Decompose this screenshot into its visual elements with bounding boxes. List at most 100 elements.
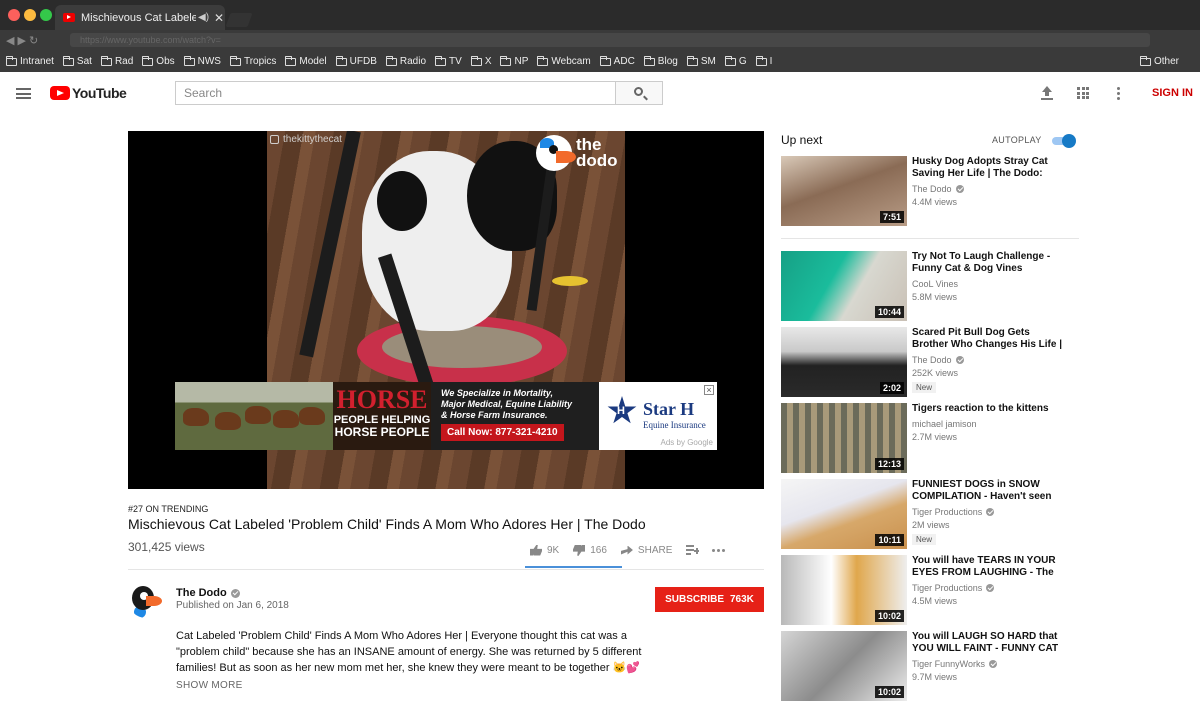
add-to-playlist-icon[interactable] <box>686 545 700 555</box>
bookmark-item[interactable]: Rad <box>100 55 133 67</box>
folder-icon <box>435 55 447 66</box>
bookmark-item[interactable]: X <box>470 55 492 67</box>
video-thumbnail[interactable]: 7:51 <box>781 156 907 226</box>
recommended-channel[interactable]: CooL Vines <box>912 279 958 289</box>
share-button[interactable]: SHARE <box>620 545 672 556</box>
channel-avatar[interactable] <box>128 582 164 618</box>
recommended-video[interactable]: 12:13 Tigers reaction to the kittens micha… <box>781 403 1081 475</box>
video-thumbnail[interactable]: 12:13 <box>781 403 907 473</box>
search-icon <box>634 87 643 96</box>
bookmark-item[interactable]: SM <box>686 55 716 67</box>
publish-date: Published on Jan 6, 2018 <box>176 600 289 611</box>
subscribe-button[interactable]: SUBSCRIBE 763K <box>655 587 764 612</box>
recommended-title[interactable]: You will LAUGH SO HARD that YOU WILL FAIN… <box>912 631 1072 655</box>
recommended-video[interactable]: 7:51 Husky Dog Adopts Stray Cat Saving Her… <box>781 156 1081 228</box>
bookmark-item[interactable]: UFDB <box>335 55 377 67</box>
bookmark-other[interactable]: Other <box>1139 51 1179 72</box>
recommended-views: 4.4M views <box>912 197 958 207</box>
dodo-bird-icon <box>536 135 576 171</box>
bookmark-item[interactable]: Model <box>285 55 327 67</box>
show-more-button[interactable]: SHOW MORE <box>176 680 243 691</box>
nav-buttons[interactable]: ◀ ▶ ↻ <box>6 34 38 47</box>
video-thumbnail[interactable]: 10:02 <box>781 555 907 625</box>
trending-label[interactable]: #27 ON TRENDING <box>128 504 208 514</box>
instagram-icon <box>270 135 279 144</box>
close-window-button[interactable] <box>8 9 20 21</box>
video-thumbnail[interactable]: 10:44 <box>781 251 907 321</box>
ad-call-button[interactable]: Call Now: 877-321-4210 <box>441 424 564 441</box>
bookmark-item[interactable]: Blog <box>643 55 678 67</box>
browser-tab[interactable]: Mischievous Cat Labeled 'P ◀) ✕ <box>55 5 225 30</box>
recommended-channel[interactable]: michael jamison <box>912 419 977 429</box>
autoplay-toggle[interactable] <box>1052 134 1076 148</box>
dodo-logo: the dodo <box>536 135 618 171</box>
channel-name[interactable]: The Dodo <box>176 587 240 599</box>
bookmark-item[interactable]: G <box>724 55 747 67</box>
new-tab-button[interactable] <box>225 13 253 27</box>
recommended-video[interactable]: 10:02 You will LAUGH SO HARD that YOU WILL… <box>781 631 1081 703</box>
video-thumbnail[interactable]: 10:11 <box>781 479 907 549</box>
close-tab-icon[interactable]: ✕ <box>214 11 224 25</box>
ad-details: We Specialize in Mortality, Major Medica… <box>431 382 599 450</box>
bookmark-item[interactable]: Webcam <box>537 55 591 67</box>
dislike-button[interactable]: 166 <box>573 544 607 556</box>
recommended-channel[interactable]: The Dodo <box>912 184 964 194</box>
recommended-views: 2.7M views <box>912 432 958 442</box>
apps-grid-icon[interactable] <box>1077 87 1089 99</box>
bookmark-item[interactable]: Intranet <box>6 55 54 67</box>
recommended-video[interactable]: 10:02 You will have TEARS IN YOUR EYES FRO… <box>781 555 1081 627</box>
video-player[interactable]: thekittythecat the dodo HORSE PEOPLE HEL… <box>128 131 764 489</box>
bookmark-item[interactable]: ADC <box>599 55 635 67</box>
recommended-title[interactable]: You will have TEARS IN YOUR EYES FROM LAU… <box>912 555 1072 579</box>
recommended-title[interactable]: Scared Pit Bull Dog Gets Brother Who Chan… <box>912 327 1072 351</box>
sign-in-button[interactable]: SIGN IN <box>1152 87 1193 99</box>
more-actions-icon[interactable] <box>712 548 727 552</box>
maximize-window-button[interactable] <box>40 9 52 21</box>
video-duration: 2:02 <box>879 382 904 394</box>
recommended-channel[interactable]: Tiger Productions <box>912 507 995 517</box>
like-button[interactable]: 9K <box>530 544 559 556</box>
bookmark-item[interactable]: Tropics <box>229 55 276 67</box>
bookmarks-bar: Intranet Sat Rad Obs NWS Tropics Model UFDB Radi… <box>0 51 1200 72</box>
recommended-title[interactable]: Tigers reaction to the kittens <box>912 403 1072 415</box>
recommended-video[interactable]: 10:11 FUNNIEST DOGS in SNOW COMPILATION - … <box>781 479 1081 551</box>
bookmark-item[interactable]: NWS <box>183 55 221 67</box>
ad-close-icon[interactable]: × <box>704 385 714 395</box>
overlay-ad[interactable]: HORSE PEOPLE HELPING HORSE PEOPLE We Spe… <box>175 382 717 450</box>
recommended-title[interactable]: FUNNIEST DOGS in SNOW COMPILATION - Haven… <box>912 479 1072 503</box>
up-next-separator <box>781 238 1079 239</box>
recommended-video[interactable]: 10:44 Try Not To Laugh Challenge - Funny C… <box>781 251 1081 323</box>
search-input[interactable]: Search <box>175 81 615 105</box>
recommended-channel[interactable]: Tiger FunnyWorks <box>912 659 998 669</box>
url-input[interactable]: https://www.youtube.com/watch?v= <box>70 33 1150 47</box>
bookmark-label: SM <box>700 56 716 67</box>
search-button[interactable] <box>615 81 663 105</box>
recommended-channel[interactable]: Tiger Productions <box>912 583 995 593</box>
recommended-channel[interactable]: The Dodo <box>912 355 964 365</box>
verified-icon <box>955 356 964 364</box>
recommended-video[interactable]: 2:02 Scared Pit Bull Dog Gets Brother Who … <box>781 327 1081 399</box>
bookmark-item[interactable]: TV <box>435 55 462 67</box>
more-options-icon[interactable] <box>1117 87 1120 102</box>
bookmark-item[interactable]: I <box>755 55 772 67</box>
video-thumbnail[interactable]: 10:02 <box>781 631 907 701</box>
minimize-window-button[interactable] <box>24 9 36 21</box>
video-thumbnail[interactable]: 2:02 <box>781 327 907 397</box>
recommended-title[interactable]: Husky Dog Adopts Stray Cat Saving Her Lif… <box>912 156 1072 180</box>
youtube-logo[interactable]: YouTube <box>50 85 127 101</box>
verified-icon <box>986 508 995 516</box>
upload-icon[interactable] <box>1041 86 1053 100</box>
bookmark-label: X <box>484 56 492 67</box>
bookmark-item[interactable]: NP <box>500 55 528 67</box>
recommended-title[interactable]: Try Not To Laugh Challenge - Funny Cat & … <box>912 251 1072 275</box>
recommended-views: 4.5M views <box>912 596 958 606</box>
folder-icon <box>335 55 347 66</box>
bookmark-item[interactable]: Sat <box>62 55 92 67</box>
bookmark-item[interactable]: Obs <box>142 55 175 67</box>
recommended-views: 5.8M views <box>912 292 958 302</box>
speaker-icon[interactable]: ◀) <box>198 12 209 23</box>
ads-by-google[interactable]: Ads by Google <box>661 438 713 447</box>
youtube-play-icon <box>50 86 70 100</box>
menu-icon[interactable] <box>16 88 31 99</box>
bookmark-item[interactable]: Radio <box>385 55 426 67</box>
